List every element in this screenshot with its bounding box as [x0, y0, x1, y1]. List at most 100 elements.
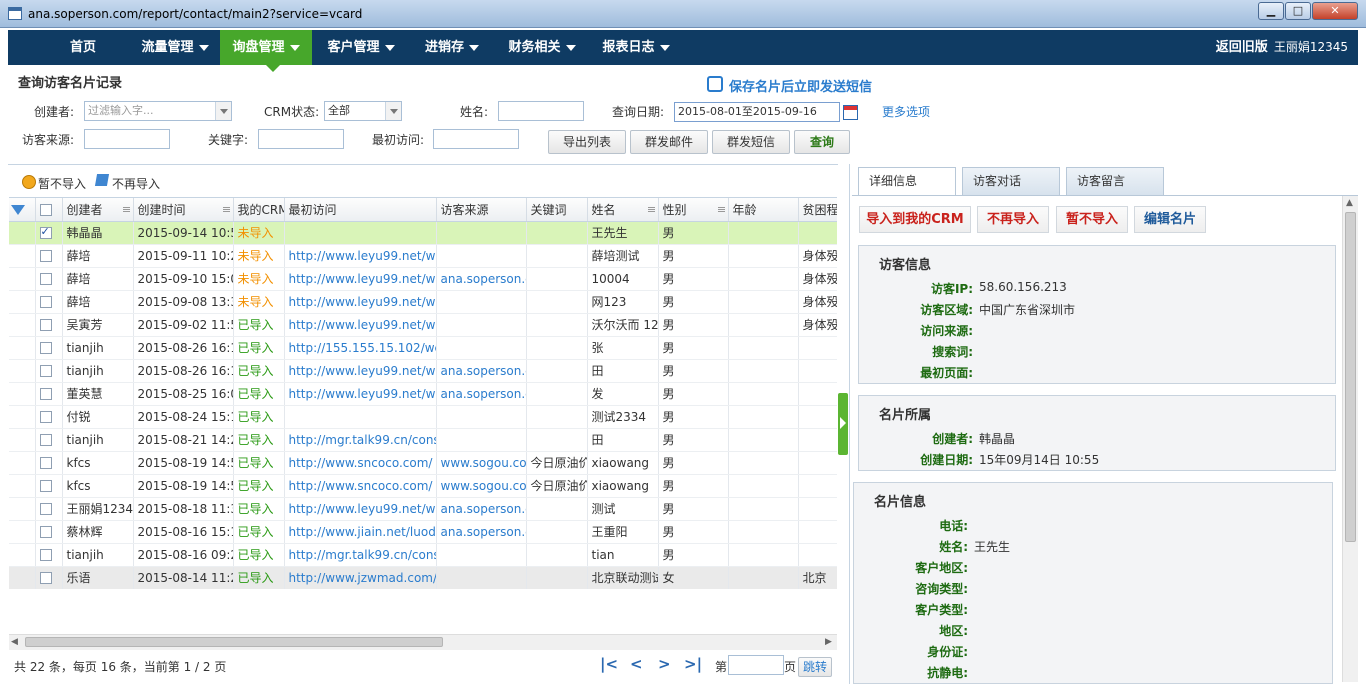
minimize-button[interactable]: ▁	[1258, 2, 1284, 20]
row-checkbox[interactable]	[35, 474, 63, 498]
table-row[interactable]: 蔡林辉2015-08-16 15:14已导入http://www.jiain.n…	[9, 520, 837, 544]
back-old-version-link[interactable]: 返回旧版	[1216, 40, 1268, 55]
nav-home[interactable]: 首页	[58, 30, 108, 65]
col-header-time[interactable]: 创建时间	[133, 198, 234, 222]
table-row[interactable]: tianjih2015-08-21 14:27已导入http://mgr.tal…	[9, 428, 837, 452]
row-checkbox[interactable]	[35, 520, 63, 544]
never-import-action-button[interactable]: 不再导入	[977, 206, 1049, 233]
first-page-icon[interactable]: |<	[600, 655, 618, 673]
row-checkbox-box[interactable]	[39, 388, 52, 400]
last-page-icon[interactable]: >|	[684, 655, 702, 673]
date-range-input[interactable]: 2015-08-01至2015-09-16	[674, 102, 840, 122]
row-checkbox-box[interactable]	[39, 342, 52, 354]
row-checkbox[interactable]	[35, 244, 63, 268]
table-row[interactable]: 薛培2015-09-08 13:38未导入http://www.leyu99.n…	[9, 290, 837, 314]
pause-import-button[interactable]: 暂不导入	[38, 175, 86, 192]
nav-customer[interactable]: 客户管理	[316, 30, 406, 65]
row-checkbox-box[interactable]	[39, 296, 52, 308]
row-checkbox[interactable]	[35, 313, 63, 337]
col-header-first[interactable]: 最初访问	[284, 198, 437, 222]
column-menu-icon[interactable]	[717, 207, 725, 212]
row-checkbox-box[interactable]	[39, 273, 52, 285]
source-input[interactable]	[84, 129, 170, 149]
page-number-input[interactable]	[728, 655, 784, 675]
nav-inquiry[interactable]: 询盘管理	[220, 30, 312, 65]
vertical-scrollbar[interactable]: ▲	[1342, 196, 1358, 682]
next-page-icon[interactable]: >	[658, 655, 671, 673]
calendar-icon[interactable]	[843, 105, 858, 120]
table-row[interactable]: 王丽娟123452015-08-18 11:35已导入http://www.le…	[9, 497, 837, 521]
row-checkbox[interactable]	[35, 451, 63, 475]
col-header-name[interactable]: 姓名	[587, 198, 659, 222]
scrollbar-thumb[interactable]	[25, 637, 443, 647]
row-checkbox-box[interactable]	[39, 480, 52, 492]
row-checkbox-box[interactable]	[39, 365, 52, 377]
save-sms-link[interactable]: 保存名片后立即发送短信	[729, 76, 872, 95]
row-checkbox[interactable]	[35, 566, 63, 589]
row-checkbox-box[interactable]	[39, 434, 52, 446]
row-checkbox-box[interactable]	[39, 572, 52, 584]
row-checkbox-box[interactable]	[39, 250, 52, 262]
col-header-extra[interactable]: 贫困程	[798, 198, 837, 222]
row-checkbox-box[interactable]	[39, 225, 52, 239]
export-button[interactable]: 导出列表	[548, 130, 626, 154]
col-header-keyword[interactable]: 关键词	[526, 198, 588, 222]
scroll-up-icon[interactable]: ▲	[1346, 198, 1353, 208]
pause-import-action-button[interactable]: 暂不导入	[1056, 206, 1128, 233]
column-menu-icon[interactable]	[222, 207, 230, 212]
row-checkbox[interactable]	[35, 267, 63, 291]
tab-message[interactable]: 访客留言	[1066, 167, 1164, 195]
row-checkbox[interactable]	[35, 221, 63, 245]
row-checkbox-box[interactable]	[39, 549, 52, 561]
tab-dialogue[interactable]: 访客对话	[962, 167, 1060, 195]
vscroll-thumb[interactable]	[1345, 212, 1356, 542]
panel-toggle-handle[interactable]	[838, 393, 848, 455]
more-options-link[interactable]: 更多选项	[882, 103, 930, 120]
maximize-button[interactable]: □	[1285, 2, 1311, 20]
select-all-header[interactable]	[35, 198, 63, 222]
never-import-button[interactable]: 不再导入	[112, 175, 160, 192]
table-row[interactable]: 薛培2015-09-11 10:26未导入http://www.leyu99.n…	[9, 244, 837, 268]
table-row[interactable]: 董英慧2015-08-25 16:00已导入http://www.leyu99.…	[9, 382, 837, 406]
nav-finance[interactable]: 财务相关	[498, 30, 586, 65]
row-checkbox-box[interactable]	[39, 503, 52, 515]
import-crm-button[interactable]: 导入到我的CRM	[859, 206, 971, 233]
row-checkbox[interactable]	[35, 336, 63, 360]
table-row[interactable]: 薛培2015-09-10 15:08未导入http://www.leyu99.n…	[9, 267, 837, 291]
row-checkbox-box[interactable]	[39, 411, 52, 423]
select-all-checkbox[interactable]	[39, 203, 52, 216]
row-checkbox[interactable]	[35, 359, 63, 383]
query-button[interactable]: 查询	[794, 130, 850, 154]
scroll-right-icon[interactable]: ▶	[825, 637, 832, 647]
col-header-sex[interactable]: 性别	[658, 198, 729, 222]
column-menu-icon[interactable]	[122, 207, 130, 212]
col-header-age[interactable]: 年龄	[728, 198, 799, 222]
row-checkbox[interactable]	[35, 543, 63, 567]
table-row[interactable]: 乐语2015-08-14 11:28已导入http://www.jzwmad.c…	[9, 566, 837, 589]
table-row[interactable]: 韩晶晶2015-09-14 10:55未导入 王先生男	[9, 221, 837, 245]
col-header-creator[interactable]: 创建者	[62, 198, 134, 222]
group-sms-button[interactable]: 群发短信	[712, 130, 790, 154]
nav-traffic[interactable]: 流量管理	[130, 30, 220, 65]
crm-status-dropdown-icon[interactable]	[385, 102, 401, 120]
row-checkbox[interactable]	[35, 428, 63, 452]
row-checkbox[interactable]	[35, 497, 63, 521]
group-mail-button[interactable]: 群发邮件	[630, 130, 708, 154]
row-checkbox[interactable]	[35, 290, 63, 314]
creator-input[interactable]: 过滤输入字...	[84, 101, 232, 121]
row-checkbox-box[interactable]	[39, 319, 52, 331]
nav-inventory[interactable]: 进销存	[412, 30, 492, 65]
crm-status-select[interactable]: 全部	[324, 101, 402, 121]
jump-button[interactable]: 跳转	[798, 657, 832, 677]
row-checkbox[interactable]	[35, 405, 63, 429]
row-checkbox-box[interactable]	[39, 457, 52, 469]
filter-icon[interactable]	[11, 204, 25, 215]
col-header-crm[interactable]: 我的CRM	[233, 198, 285, 222]
table-row[interactable]: 付锐2015-08-24 15:12已导入 测试2334男	[9, 405, 837, 429]
row-checkbox[interactable]	[35, 382, 63, 406]
table-row[interactable]: 吴寅芳2015-09-02 11:57已导入http://www.leyu99.…	[9, 313, 837, 337]
edit-card-button[interactable]: 编辑名片	[1134, 206, 1206, 233]
row-checkbox-box[interactable]	[39, 526, 52, 538]
nav-reports[interactable]: 报表日志	[592, 30, 680, 65]
name-input[interactable]	[498, 101, 584, 121]
